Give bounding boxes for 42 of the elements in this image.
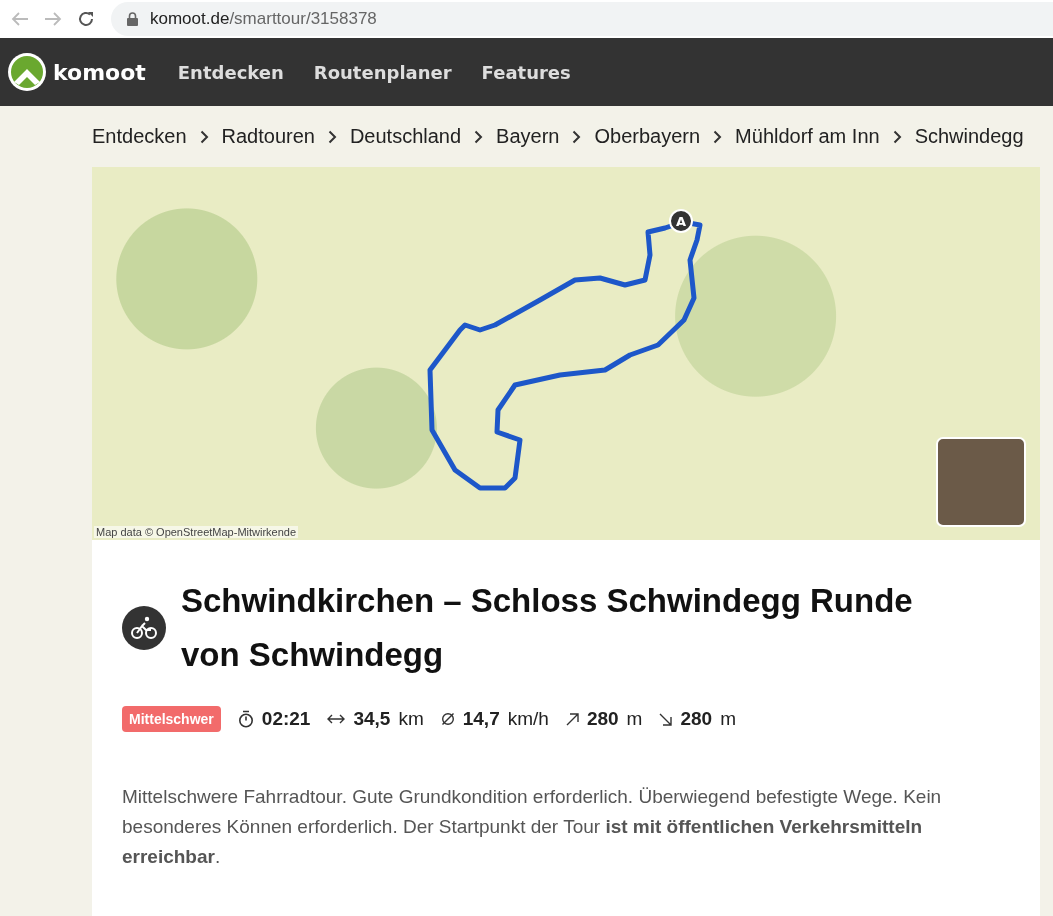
breadcrumb-link[interactable]: Bayern — [496, 125, 560, 148]
cyclist-icon — [122, 606, 166, 650]
reload-icon[interactable] — [77, 10, 95, 28]
arrow-up-right-icon — [565, 712, 579, 726]
map-attribution: Map data © OpenStreetMap-Mitwirkende — [94, 526, 299, 538]
stat-unit: m — [626, 708, 643, 730]
difficulty-badge: Mittelschwer — [122, 706, 221, 732]
chevron-icon — [327, 129, 337, 144]
breadcrumb-link[interactable]: Oberbayern — [594, 125, 701, 148]
chevron-icon — [199, 129, 209, 144]
breadcrumb-link[interactable]: Entdecken — [92, 125, 187, 148]
stopwatch-icon — [237, 710, 254, 728]
stat-value: 14,7 — [462, 708, 500, 730]
breadcrumb-link[interactable]: Radtouren — [221, 125, 315, 148]
chevron-icon — [572, 129, 582, 144]
start-marker[interactable]: A — [669, 209, 693, 233]
arrow-down-right-icon — [659, 712, 673, 726]
komoot-logo[interactable]: komoot — [7, 52, 146, 92]
photo-placeholder[interactable] — [936, 437, 1026, 527]
chevron-icon — [713, 129, 723, 144]
chevron-icon — [474, 129, 484, 144]
nav-link[interactable]: Features — [481, 61, 571, 83]
address-bar[interactable]: komoot.de/smarttour/3158378 — [111, 2, 1053, 36]
map[interactable]: A Map data © OpenStreetMap-Mitwirkende — [92, 167, 1040, 540]
lock-icon — [127, 12, 138, 26]
stat-unit: km/h — [507, 708, 549, 730]
breadcrumb-link[interactable]: Deutschland — [349, 125, 462, 148]
tour-description: Mittelschwere Fahrradtour. Gute Grundkondition erforderlich. Überwiegend befestigte Wege. Kein besonderes Können erforderlich. Der Startpunkt der Tour ist mit öffentlichen Verkehrsmitteln erreichbar. — [122, 785, 943, 869]
nav-link[interactable]: Routenplaner — [313, 61, 452, 83]
double-arrow-icon — [327, 713, 346, 725]
stat-value: 280 — [586, 708, 619, 730]
tour-title: Schwindkirchen – Schloss Schwindegg Runde von Schwindegg — [181, 581, 914, 675]
stat-unit: m — [720, 708, 736, 730]
stat-value: 280 — [680, 708, 713, 730]
chevron-icon — [892, 129, 902, 144]
breadcrumb-link[interactable]: Mühldorf am Inn — [735, 125, 880, 148]
breadcrumb-link[interactable]: Schwindegg — [914, 125, 1024, 148]
stat-value: 34,5 — [353, 708, 391, 730]
stat-value: 02:21 — [261, 708, 311, 730]
average-icon — [440, 712, 455, 726]
stat-unit: km — [398, 708, 424, 730]
nav-link[interactable]: Entdecken — [177, 61, 284, 83]
